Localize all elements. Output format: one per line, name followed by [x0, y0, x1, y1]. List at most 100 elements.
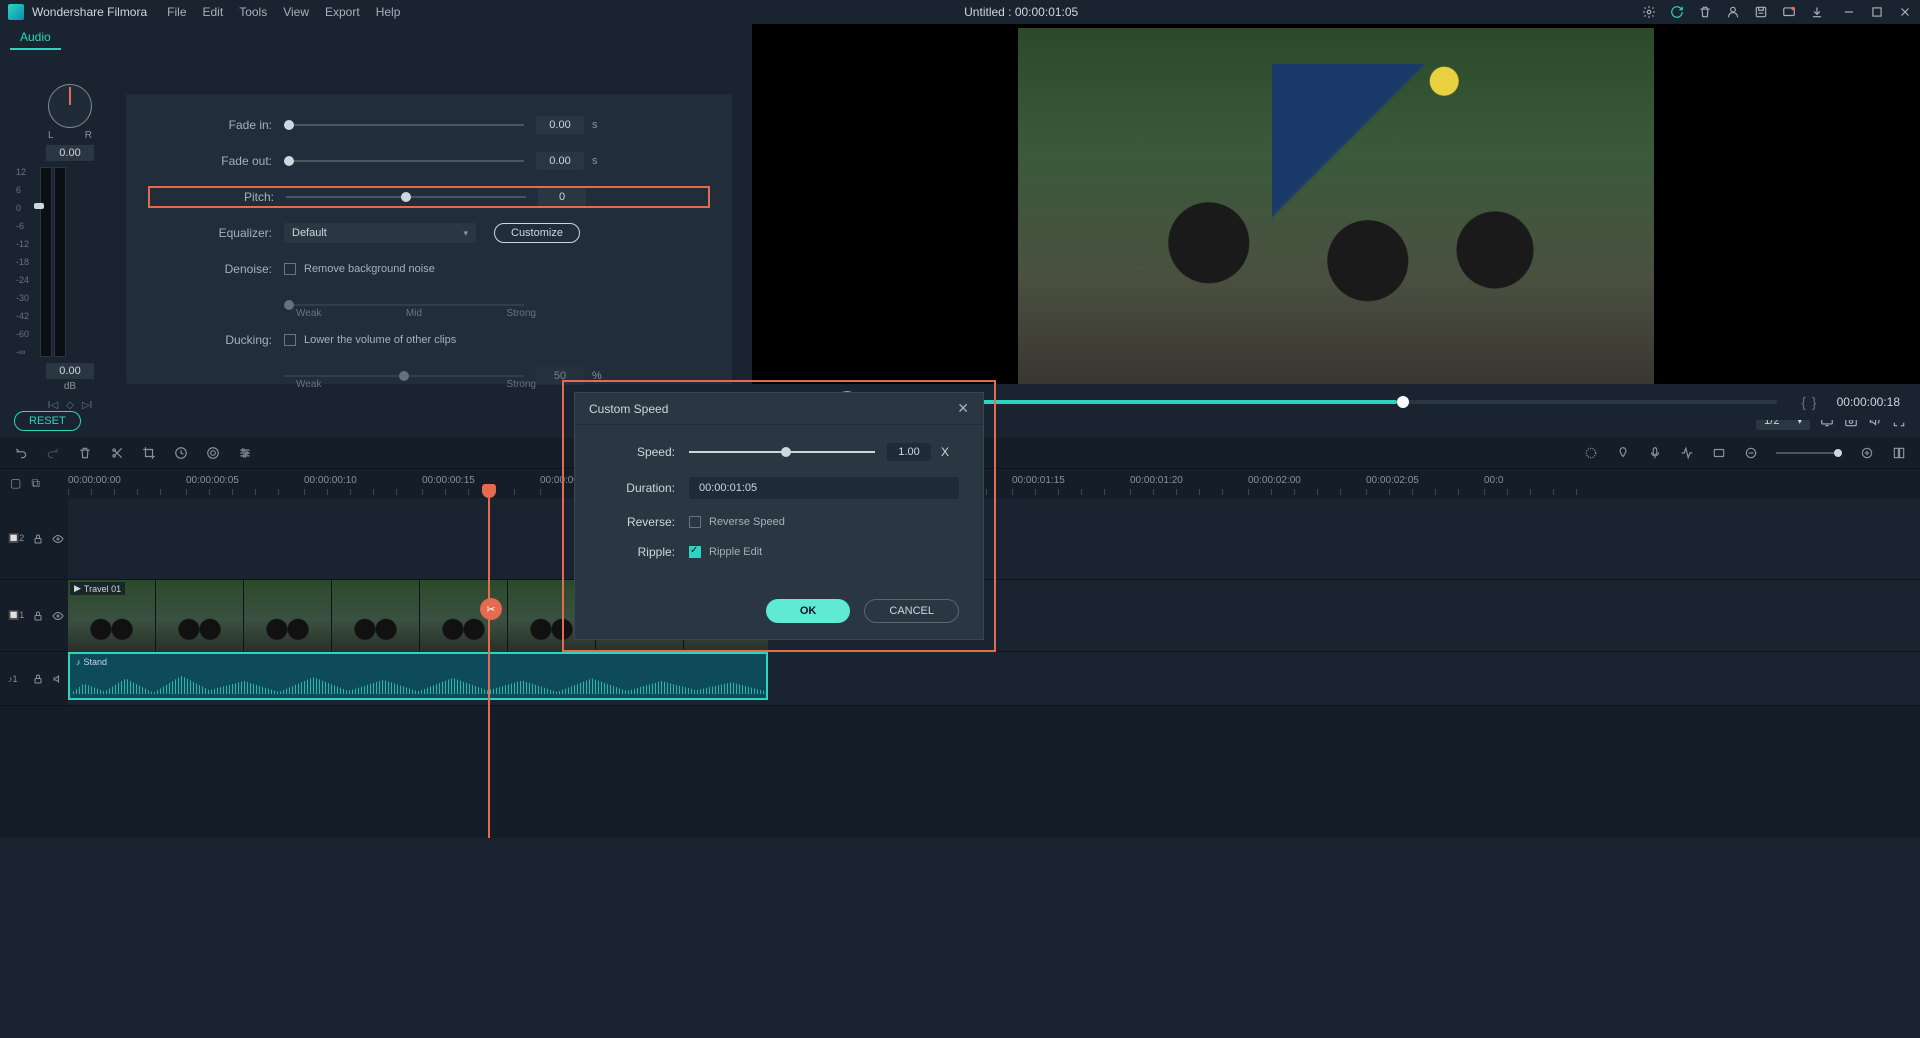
denoise-checkbox-label: Remove background noise: [304, 263, 435, 275]
denoise-checkbox[interactable]: [284, 263, 296, 275]
settings-icon[interactable]: [1642, 5, 1656, 19]
track-overlay-label: 🔲2: [8, 533, 24, 544]
pan-dial[interactable]: [48, 84, 92, 128]
volume-value[interactable]: 0.00: [46, 363, 94, 379]
ducking-slider[interactable]: [284, 375, 524, 377]
customize-button[interactable]: Customize: [494, 223, 580, 243]
user-icon[interactable]: [1726, 5, 1740, 19]
fade-in-unit: s: [592, 119, 598, 131]
lock-icon[interactable]: [32, 533, 44, 545]
fade-in-slider[interactable]: [284, 124, 524, 126]
track-audio-body[interactable]: ♪Stand: [68, 652, 1920, 705]
audio-mix-icon[interactable]: [1680, 446, 1694, 460]
speaker-icon[interactable]: [52, 673, 64, 685]
zoom-in-icon[interactable]: [1860, 446, 1874, 460]
tab-audio[interactable]: Audio: [10, 26, 61, 50]
speed-slider[interactable]: [689, 451, 875, 453]
ripple-checkbox[interactable]: [689, 546, 701, 558]
pitch-label: Pitch:: [156, 190, 286, 204]
pitch-slider[interactable]: [286, 196, 526, 198]
menu-help[interactable]: Help: [376, 5, 401, 19]
fade-out-slider[interactable]: [284, 160, 524, 162]
menu-edit[interactable]: Edit: [203, 5, 224, 19]
audio-clip[interactable]: ♪Stand: [68, 652, 768, 700]
denoise-marks: Weak Mid Strong: [296, 308, 536, 319]
menu-export[interactable]: Export: [325, 5, 360, 19]
lock-icon[interactable]: [32, 610, 44, 622]
kf-next-icon[interactable]: ▷I: [82, 400, 92, 411]
ducking-row: Ducking: Lower the volume of other clips: [154, 329, 704, 351]
zoom-out-icon[interactable]: [1744, 446, 1758, 460]
vu-meter: 1260-6-12-18-24-30-42-60-∞: [40, 167, 100, 357]
reset-button[interactable]: RESET: [14, 411, 81, 431]
fade-out-value[interactable]: 0.00: [536, 152, 584, 170]
scissor-icon[interactable]: ✂: [480, 598, 502, 620]
eye-icon[interactable]: [52, 533, 64, 545]
menu-tools[interactable]: Tools: [239, 5, 267, 19]
pan-value[interactable]: 0.00: [46, 145, 94, 161]
save-icon[interactable]: [1754, 5, 1768, 19]
close-icon[interactable]: [1898, 5, 1912, 19]
maximize-icon[interactable]: [1870, 5, 1884, 19]
volume-knob[interactable]: [34, 203, 44, 209]
in-brace[interactable]: {: [1801, 394, 1806, 410]
color-icon[interactable]: [206, 446, 220, 460]
ducking-label: Ducking:: [154, 333, 284, 347]
adjust-icon[interactable]: [238, 446, 252, 460]
custom-speed-dialog: Custom Speed ✕ Speed: 1.00 X Duration: 0…: [574, 392, 984, 640]
split-icon[interactable]: [110, 446, 124, 460]
delete-icon[interactable]: [78, 446, 92, 460]
ducking-checkbox[interactable]: [284, 334, 296, 346]
speed-value[interactable]: 1.00: [887, 443, 931, 461]
kf-add-icon[interactable]: ◇: [66, 400, 74, 411]
lock-icon[interactable]: [32, 673, 44, 685]
titlebar-actions: [1642, 5, 1824, 19]
download-icon[interactable]: [1810, 5, 1824, 19]
equalizer-select[interactable]: Default▾: [284, 223, 476, 243]
window-controls: [1842, 5, 1912, 19]
link-icon[interactable]: ⧉: [31, 476, 40, 491]
speed-icon[interactable]: [174, 446, 188, 460]
eye-icon[interactable]: [52, 610, 64, 622]
menu-view[interactable]: View: [283, 5, 309, 19]
ok-button[interactable]: OK: [766, 599, 851, 623]
document-title: Untitled : 00:00:01:05: [400, 5, 1642, 19]
ripple-label: Ripple:: [599, 545, 689, 559]
menu-file[interactable]: File: [167, 5, 186, 19]
marker-icon[interactable]: [1616, 446, 1630, 460]
reverse-checkbox[interactable]: [689, 516, 701, 528]
pitch-value[interactable]: 0: [538, 188, 586, 206]
dialog-close-icon[interactable]: ✕: [957, 400, 969, 417]
zoom-slider[interactable]: [1776, 452, 1842, 454]
denoise-slider[interactable]: [284, 304, 524, 306]
ruler-mark: 00:00:01:15: [1012, 475, 1065, 486]
kf-prev-icon[interactable]: I◁: [48, 400, 58, 411]
cancel-button[interactable]: CANCEL: [864, 599, 959, 623]
record-icon[interactable]: [1648, 446, 1662, 460]
refresh-icon[interactable]: [1670, 5, 1684, 19]
track-menu-icon[interactable]: ▢: [10, 476, 21, 491]
crop-icon[interactable]: [142, 446, 156, 460]
message-icon[interactable]: [1782, 5, 1796, 19]
duration-input[interactable]: 00:00:01:05: [689, 477, 959, 499]
playhead[interactable]: [488, 498, 490, 838]
db-label: dB: [20, 381, 120, 392]
redo-icon[interactable]: [46, 446, 60, 460]
ruler-mark: 00:00:00:10: [304, 475, 357, 486]
fade-in-value[interactable]: 0.00: [536, 116, 584, 134]
fade-out-row: Fade out: 0.00 s: [154, 150, 704, 172]
progress-bar[interactable]: [914, 400, 1777, 404]
render-icon[interactable]: [1712, 446, 1726, 460]
undo-icon[interactable]: [14, 446, 28, 460]
pitch-row-highlighted: Pitch: 0: [148, 186, 710, 208]
denoise-row: Denoise: Remove background noise: [154, 258, 704, 280]
minimize-icon[interactable]: [1842, 5, 1856, 19]
out-brace[interactable]: }: [1812, 394, 1817, 410]
trash-icon[interactable]: [1698, 5, 1712, 19]
fade-out-label: Fade out:: [154, 154, 284, 168]
ducking-checkbox-label: Lower the volume of other clips: [304, 334, 456, 346]
ripple-row: Ripple: Ripple Edit: [599, 545, 959, 559]
mixer-icon[interactable]: [1584, 446, 1598, 460]
track-video-label: 🔲1: [8, 610, 24, 621]
zoom-fit-icon[interactable]: [1892, 446, 1906, 460]
